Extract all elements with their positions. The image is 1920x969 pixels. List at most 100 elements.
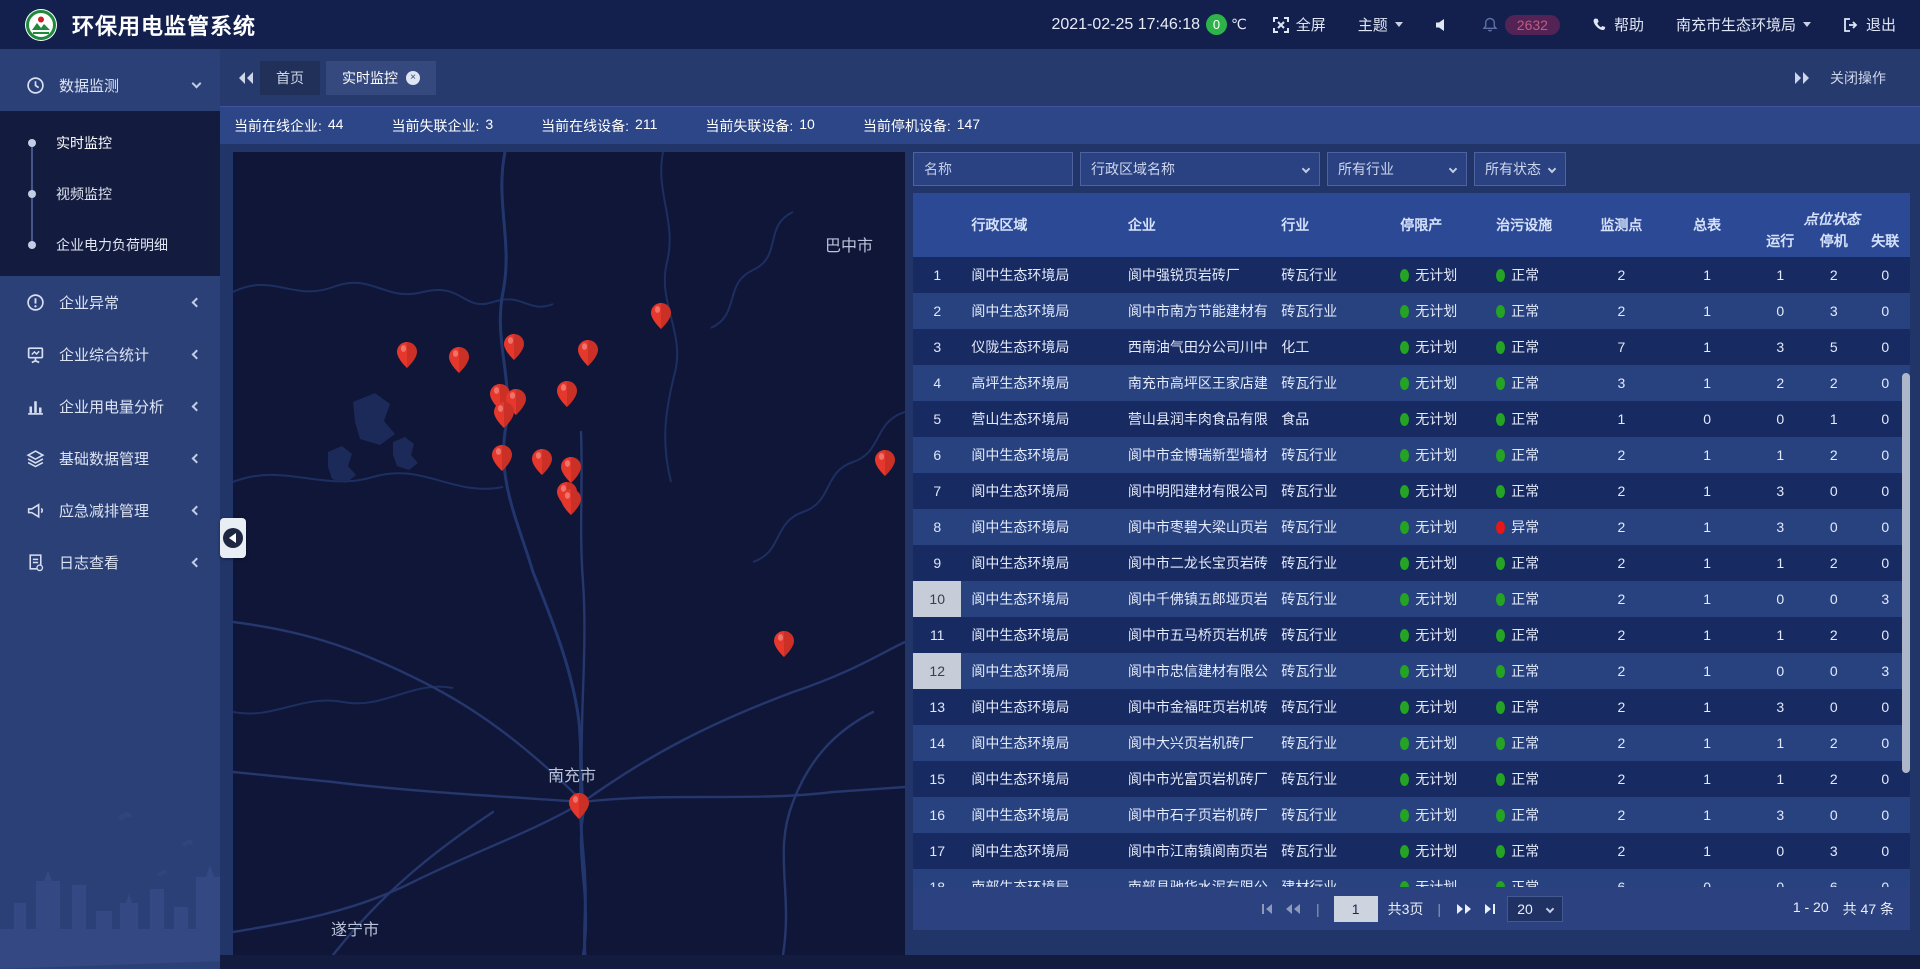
map-pin-icon[interactable] [492, 445, 512, 471]
table-scrollbar[interactable] [1902, 373, 1910, 773]
cell-facility: 异常 [1486, 509, 1582, 545]
table-row[interactable]: 3仪陇生态环境局西南油气田分公司川中化工无计划正常71350 [913, 329, 1910, 365]
industry-filter-select[interactable]: 所有行业 [1327, 152, 1467, 186]
map-pin-icon[interactable] [561, 457, 581, 483]
sidebar-subitem[interactable]: 实时监控 [0, 117, 220, 168]
cell-meters: 1 [1661, 653, 1754, 689]
chevron-down-icon [1302, 165, 1310, 173]
status-dot-icon [1496, 377, 1505, 390]
table-row[interactable]: 4高坪生态环境局南充市高坪区王家店建砖瓦行业无计划正常31220 [913, 365, 1910, 401]
stat-item: 当前在线设备:211 [541, 116, 657, 136]
cell-limit: 无计划 [1390, 473, 1486, 509]
map-pin-icon[interactable] [504, 334, 524, 360]
table-row[interactable]: 17阆中生态环境局阆中市江南镇阆南页岩砖瓦行业无计划正常21030 [913, 833, 1910, 869]
notification-area[interactable]: 2632 [1482, 15, 1560, 35]
cell-company: 阆中市光富页岩机砖厂 [1118, 761, 1271, 797]
theme-dropdown[interactable]: 主题 [1358, 14, 1403, 35]
map-pin-icon[interactable] [875, 450, 895, 476]
cell-region: 高坪生态环境局 [961, 365, 1117, 401]
map-pin-icon[interactable] [449, 347, 469, 373]
table-row[interactable]: 12阆中生态环境局阆中市忠信建材有限公砖瓦行业无计划正常21003 [913, 653, 1910, 689]
sidebar-subitem[interactable]: 视频监控 [0, 168, 220, 219]
sidebar-item-3[interactable]: 企业用电量分析 [0, 380, 220, 432]
page-size-select[interactable]: 20 [1507, 896, 1563, 922]
cell-stop: 5 [1807, 329, 1860, 365]
map-pin-icon[interactable] [397, 342, 417, 368]
table-row[interactable]: 6阆中生态环境局阆中市金博瑞新型墙材砖瓦行业无计划正常21120 [913, 437, 1910, 473]
page-number-input[interactable] [1334, 896, 1378, 922]
tab-1[interactable]: 实时监控 × [326, 61, 436, 95]
sidebar-item-4[interactable]: 基础数据管理 [0, 432, 220, 484]
first-page-button[interactable] [1260, 902, 1274, 916]
last-page-button[interactable] [1483, 902, 1497, 916]
table-row[interactable]: 8阆中生态环境局阆中市枣碧大梁山页岩砖瓦行业无计划异常21300 [913, 509, 1910, 545]
map-pin-icon[interactable] [578, 340, 598, 366]
sidebar-item-2[interactable]: 企业综合统计 [0, 328, 220, 380]
tab-0[interactable]: 首页 [260, 61, 320, 95]
map-panel[interactable]: 巴中市南充市遂宁市 [233, 152, 905, 955]
tabs-scroll-left-button[interactable] [238, 71, 254, 85]
map-pin-icon[interactable] [651, 303, 671, 329]
mute-button[interactable] [1435, 18, 1450, 32]
stat-value: 10 [799, 116, 815, 136]
status-dot-icon [1496, 629, 1505, 642]
cell-region: 阆中生态环境局 [961, 833, 1117, 869]
cell-region: 营山生态环境局 [961, 401, 1117, 437]
table-row[interactable]: 2阆中生态环境局阆中市南方节能建材有砖瓦行业无计划正常21030 [913, 293, 1910, 329]
table-row[interactable]: 9阆中生态环境局阆中市二龙长宝页岩砖砖瓦行业无计划正常21120 [913, 545, 1910, 581]
org-dropdown[interactable]: 南充市生态环境局 [1676, 14, 1811, 35]
temperature-badge: 0 [1206, 14, 1227, 35]
log-icon [26, 553, 46, 572]
map-pin-icon[interactable] [532, 449, 552, 475]
map-pin-icon[interactable] [494, 402, 514, 428]
table-row[interactable]: 18南部生态环境局南部县驰华水泥有限公建材行业无计划正常60060 [913, 869, 1910, 887]
help-button[interactable]: 帮助 [1592, 14, 1644, 35]
table-row[interactable]: 15阆中生态环境局阆中市光富页岩机砖厂砖瓦行业无计划正常21120 [913, 761, 1910, 797]
cell-meters: 1 [1661, 329, 1754, 365]
cell-run: 0 [1754, 833, 1807, 869]
alert-icon [26, 293, 46, 312]
status-dot-icon [1400, 413, 1409, 426]
sidebar-item-6[interactable]: 日志查看 [0, 536, 220, 588]
logout-button[interactable]: 退出 [1843, 14, 1896, 35]
cell-meters: 1 [1661, 617, 1754, 653]
next-page-button[interactable] [1455, 902, 1473, 916]
tab-close-icon[interactable]: × [406, 71, 420, 85]
sidebar-item-5[interactable]: 应急减排管理 [0, 484, 220, 536]
status-dot-icon [1496, 557, 1505, 570]
sidebar-collapse-handle[interactable] [220, 518, 246, 558]
table-row[interactable]: 7阆中生态环境局阆中明阳建材有限公司砖瓦行业无计划正常21300 [913, 473, 1910, 509]
cell-company: 阆中市金博瑞新型墙材 [1118, 437, 1271, 473]
tabs-scroll-right-button[interactable] [1794, 71, 1810, 85]
sidebar-item-1[interactable]: 企业异常 [0, 276, 220, 328]
table-row[interactable]: 11阆中生态环境局阆中市五马桥页岩机砖砖瓦行业无计划正常21120 [913, 617, 1910, 653]
cell-run: 1 [1754, 437, 1807, 473]
logout-icon [1843, 17, 1859, 33]
stat-label: 当前失联企业: [391, 116, 479, 136]
tab-label: 实时监控 [342, 68, 398, 88]
table-row[interactable]: 10阆中生态环境局阆中千佛镇五郎垭页岩砖瓦行业无计划正常21003 [913, 581, 1910, 617]
table-row[interactable]: 14阆中生态环境局阆中大兴页岩机砖厂砖瓦行业无计划正常21120 [913, 725, 1910, 761]
table-row[interactable]: 13阆中生态环境局阆中市金福旺页岩机砖砖瓦行业无计划正常21300 [913, 689, 1910, 725]
cell-lost: 0 [1860, 797, 1910, 833]
prev-page-button[interactable] [1284, 902, 1302, 916]
table-row[interactable]: 16阆中生态环境局阆中市石子页岩机砖厂砖瓦行业无计划正常21300 [913, 797, 1910, 833]
data-panel: 行政区域名称 所有行业 所有状态 [913, 152, 1910, 955]
enterprise-table: 行政区域 企业 行业 停限产 治污设施 监测点 总表 点位状态 [913, 193, 1910, 887]
status-filter-select[interactable]: 所有状态 [1474, 152, 1566, 186]
map-pin-icon[interactable] [569, 793, 589, 819]
fullscreen-button[interactable]: 全屏 [1273, 14, 1326, 35]
sidebar-item-0[interactable]: 数据监测 [0, 59, 220, 111]
sidebar-subitem[interactable]: 企业电力负荷明细 [0, 219, 220, 270]
cell-facility: 正常 [1486, 473, 1582, 509]
region-filter-select[interactable]: 行政区域名称 [1080, 152, 1320, 186]
total-pages-label: 共3页 [1388, 899, 1424, 919]
map-pin-icon[interactable] [774, 631, 794, 657]
table-row[interactable]: 1阆中生态环境局阆中强锐页岩砖厂砖瓦行业无计划正常21120 [913, 257, 1910, 293]
close-operations-button[interactable]: 关闭操作 [1830, 68, 1886, 88]
map-pin-icon[interactable] [557, 381, 577, 407]
table-row[interactable]: 5营山生态环境局营山县润丰肉食品有限食品无计划正常10010 [913, 401, 1910, 437]
name-filter-input[interactable] [913, 152, 1073, 186]
cell-industry: 砖瓦行业 [1271, 617, 1390, 653]
map-pin-icon[interactable] [561, 489, 581, 515]
